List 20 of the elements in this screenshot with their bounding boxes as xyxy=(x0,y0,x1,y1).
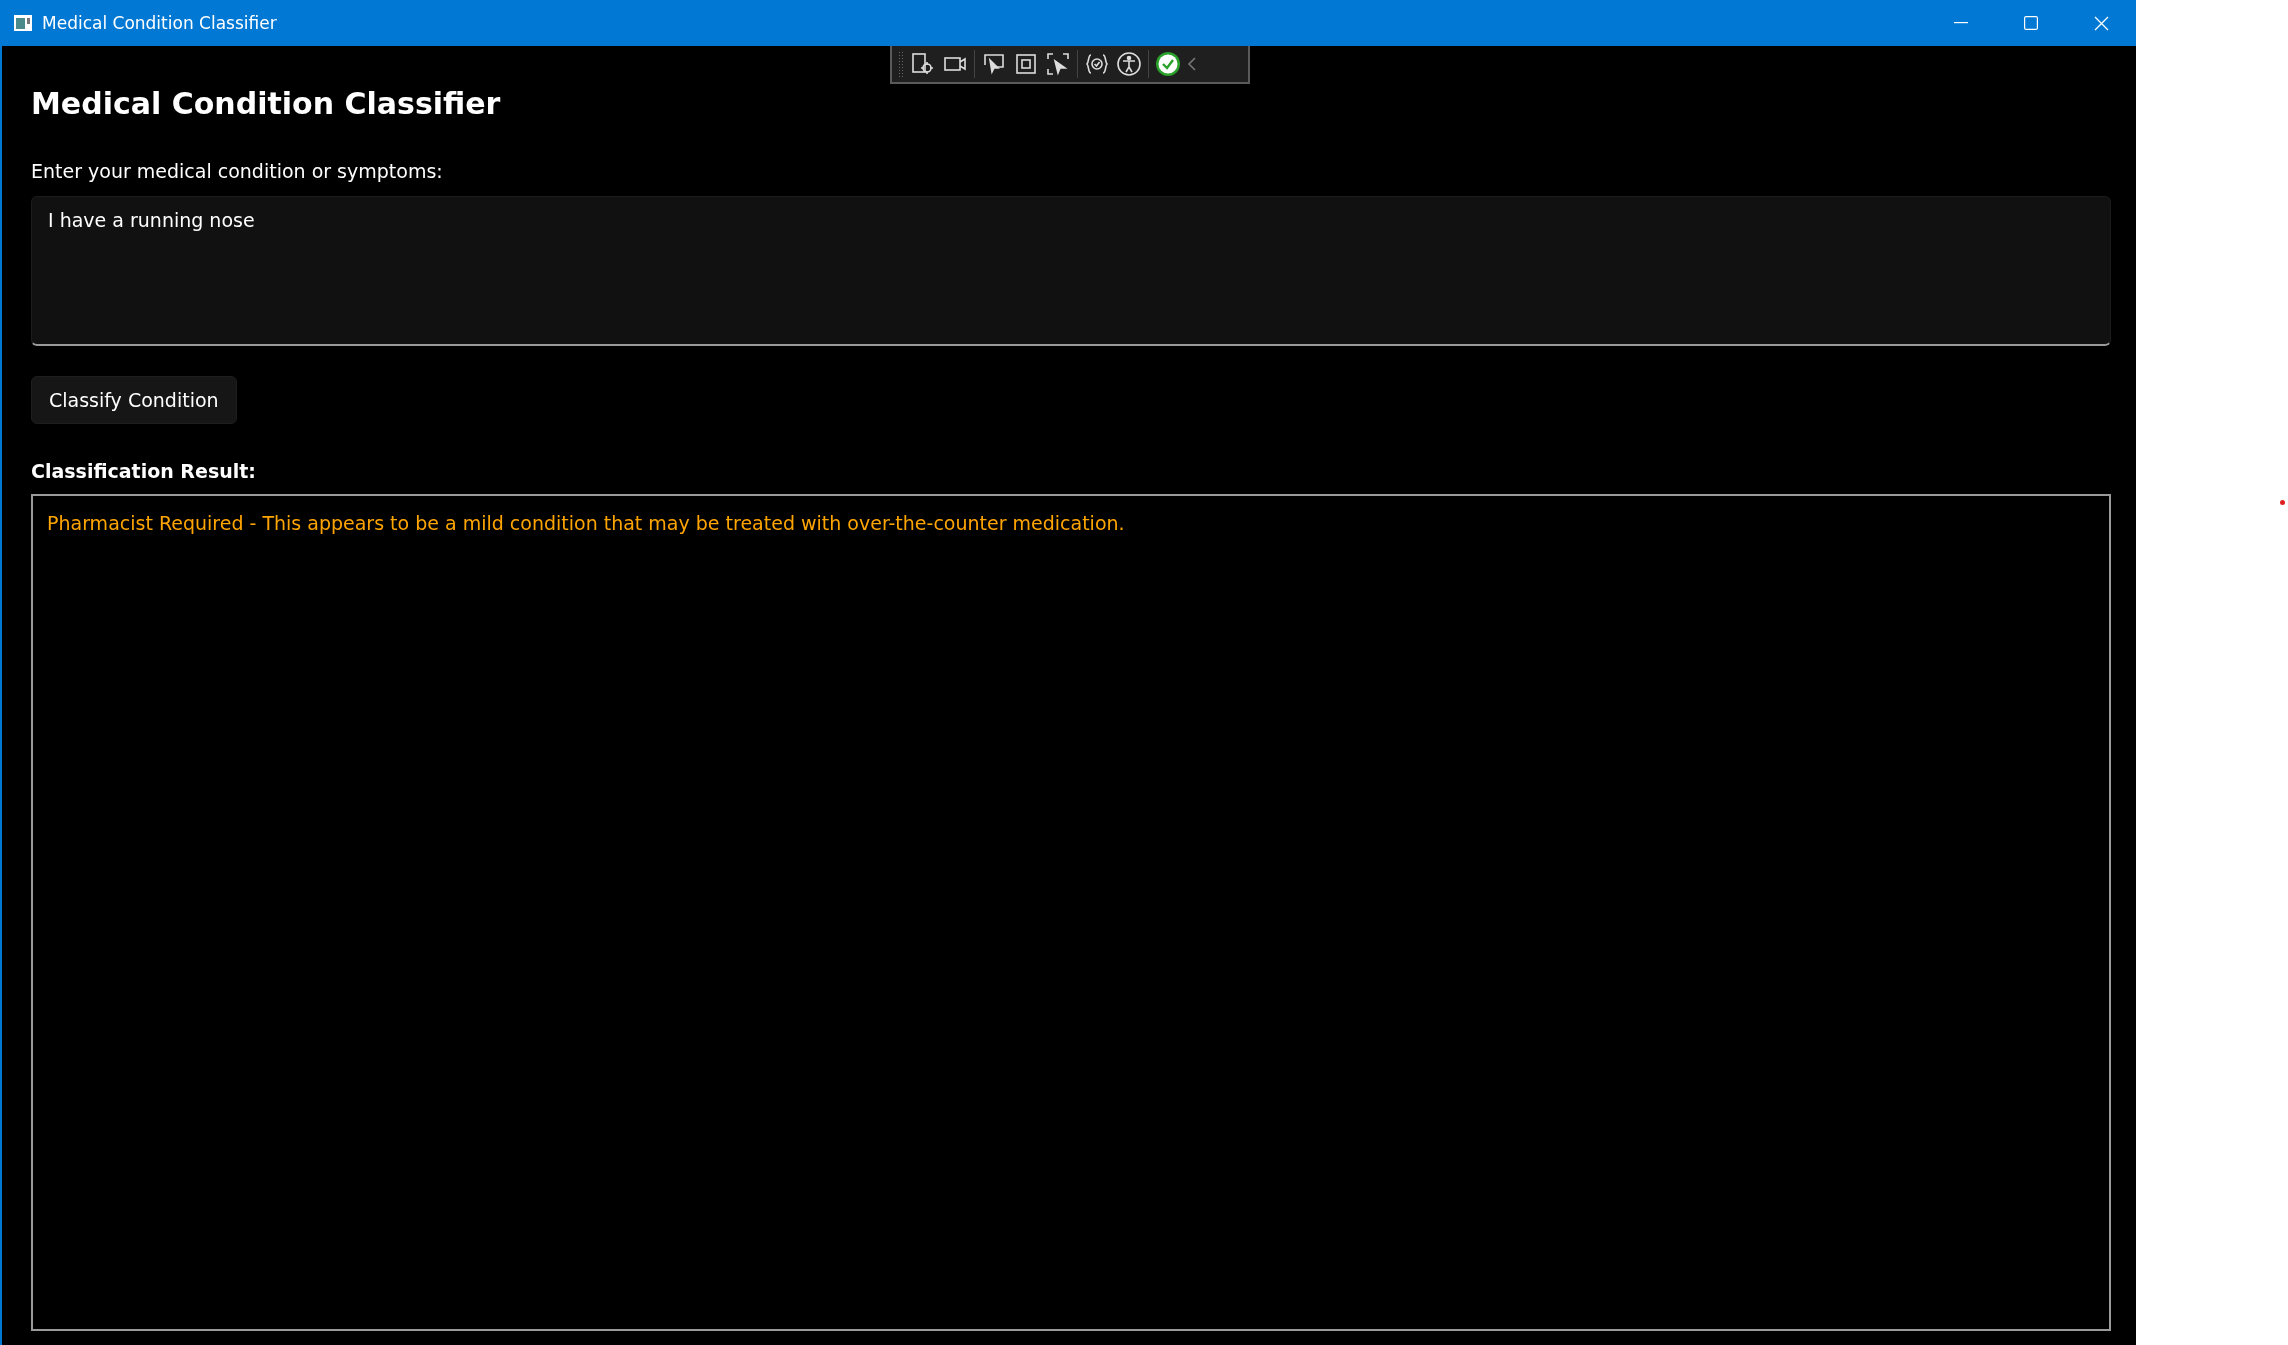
window-title: Medical Condition Classifier xyxy=(42,13,278,33)
field-label: Enter your medical condition or symptoms: xyxy=(31,159,444,184)
cursor-icon[interactable] xyxy=(981,51,1007,77)
app-icon xyxy=(14,15,32,31)
close-icon xyxy=(2093,15,2109,31)
collapse-icon[interactable] xyxy=(1187,56,1197,72)
minimize-icon xyxy=(1954,22,1968,24)
check-icon[interactable] xyxy=(1155,51,1181,77)
symptoms-field[interactable]: I have a running nose xyxy=(31,196,2111,346)
result-label: Classification Result: xyxy=(31,459,257,484)
braces-icon[interactable] xyxy=(1084,51,1110,77)
page-heading: Medical Condition Classifier xyxy=(31,85,502,123)
result-text: Pharmacist Required - This appears to be a mild condition that may be treated with over-the-counter medication. xyxy=(47,512,1125,534)
maximize-icon xyxy=(2024,16,2038,30)
classify-button[interactable]: Classify Condition xyxy=(31,376,237,424)
square-icon[interactable] xyxy=(1013,51,1039,77)
dot-marker xyxy=(2280,500,2285,505)
accessibility-icon[interactable] xyxy=(1116,51,1142,77)
target-icon[interactable] xyxy=(910,51,936,77)
selection-icon[interactable] xyxy=(1045,51,1071,77)
